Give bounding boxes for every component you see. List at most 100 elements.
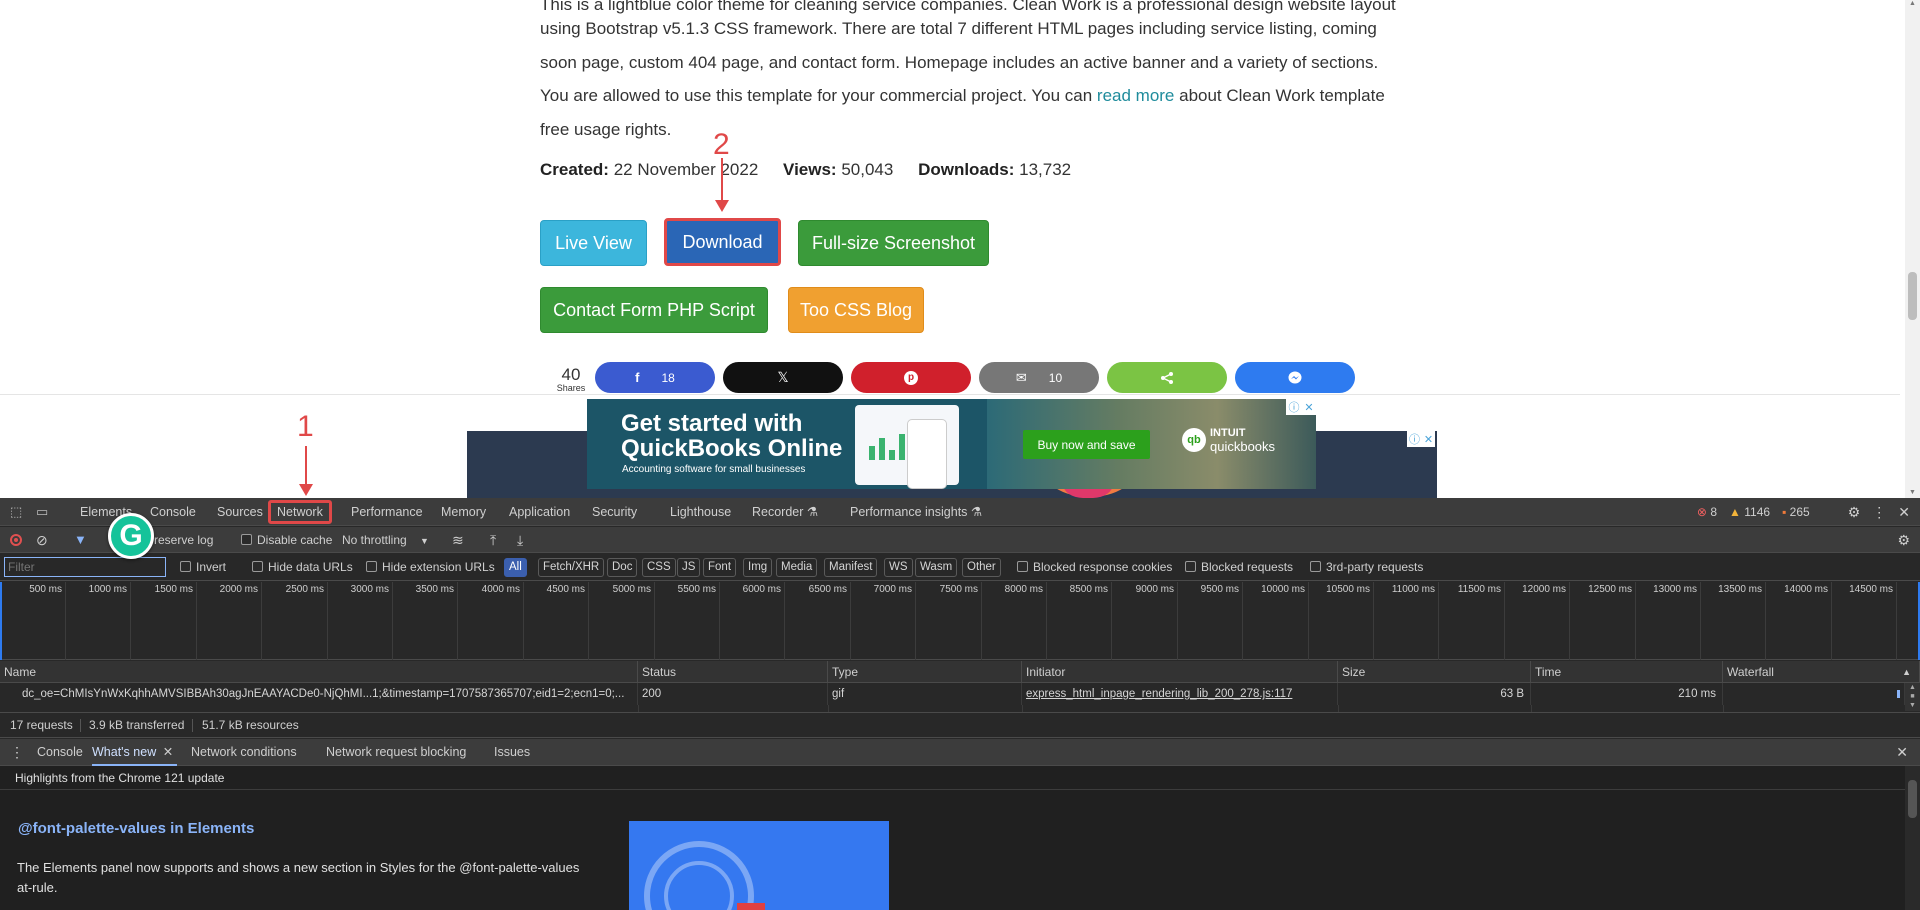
filter-chip-font[interactable]: Font	[703, 558, 737, 577]
more-options-icon[interactable]: ⋮	[1872, 504, 1886, 521]
filter-chip-fetch-xhr[interactable]: Fetch/XHR	[538, 558, 605, 577]
invert-checkbox-box[interactable]	[180, 561, 191, 572]
tab-lighthouse[interactable]: Lighthouse	[670, 498, 731, 526]
hide-data-urls-checkbox-box[interactable]	[252, 561, 263, 572]
tab-application[interactable]: Application	[509, 498, 570, 526]
blocked-cookies-checkbox[interactable]: Blocked response cookies	[1017, 554, 1172, 580]
blocked-requests-checkbox[interactable]: Blocked requests	[1185, 554, 1293, 580]
third-party-checkbox-box[interactable]	[1310, 561, 1321, 572]
clear-icon[interactable]: ⊘	[36, 527, 48, 553]
filter-chip-img[interactable]: Img	[743, 558, 773, 577]
tab-memory[interactable]: Memory	[441, 498, 486, 526]
record-icon[interactable]	[10, 534, 22, 546]
filter-chip-ws[interactable]: WS	[884, 558, 913, 577]
warning-count[interactable]: ▲ 1146	[1729, 505, 1770, 519]
filter-funnel-icon[interactable]: ▼	[74, 527, 87, 553]
tab-performance-insights[interactable]: Performance insights ⚗	[850, 498, 982, 526]
inspect-element-icon[interactable]: ⬚	[10, 498, 22, 526]
scroll-down-icon[interactable]: ▼	[1909, 489, 1916, 496]
download-button[interactable]: Download	[664, 218, 781, 266]
drawer-tab-console[interactable]: Console	[37, 739, 83, 766]
column-header-size[interactable]: Size	[1338, 661, 1531, 683]
tab-recorder[interactable]: Recorder ⚗	[752, 498, 818, 526]
settings-gear-icon[interactable]: ⚙	[1848, 504, 1861, 521]
tab-security[interactable]: Security	[592, 498, 637, 526]
page-scrollbar[interactable]: ▲ ▼	[1905, 0, 1920, 498]
column-header-waterfall[interactable]: Waterfall ▲	[1723, 661, 1920, 683]
filter-chip-wasm[interactable]: Wasm	[915, 558, 958, 577]
network-conditions-icon[interactable]: ≋	[452, 527, 464, 553]
ad-close-icon[interactable]: ⓘ ✕	[1407, 431, 1435, 447]
share-count-number: 40	[561, 365, 581, 384]
drawer-tab-issues[interactable]: Issues	[494, 739, 530, 766]
network-settings-gear-icon[interactable]: ⚙	[1897, 527, 1910, 553]
network-overview-timeline[interactable]: 500 ms 1000 ms 1500 ms 2000 ms 2500 ms 3000 m…	[0, 582, 1920, 660]
import-har-icon[interactable]: ⤒	[490, 527, 496, 553]
blocked-requests-checkbox-box[interactable]	[1185, 561, 1196, 572]
disable-cache-checkbox[interactable]: Disable cache	[241, 527, 332, 553]
contact-form-button[interactable]: Contact Form PHP Script	[540, 287, 768, 333]
request-initiator-link[interactable]: express_html_inpage_rendering_lib_200_27…	[1022, 683, 1338, 705]
close-devtools-icon[interactable]: ✕	[1898, 504, 1910, 521]
quickbooks-ad[interactable]: Get started with QuickBooks Online Accou…	[587, 399, 1316, 489]
blog-button[interactable]: Too CSS Blog	[788, 287, 924, 333]
drawer-tab-network-request-blocking[interactable]: Network request blocking	[326, 739, 466, 766]
close-drawer-icon[interactable]: ✕	[1896, 739, 1908, 766]
ad-cta-button[interactable]: Buy now and save	[1023, 430, 1150, 459]
third-party-checkbox[interactable]: 3rd-party requests	[1310, 554, 1423, 580]
hide-data-urls-checkbox[interactable]: Hide data URLs	[252, 554, 353, 580]
tab-performance[interactable]: Performance	[351, 498, 423, 526]
close-tab-icon[interactable]: ✕	[163, 745, 173, 759]
filter-chip-all[interactable]: All	[504, 558, 527, 577]
scroll-up-icon[interactable]: ▲	[1909, 0, 1916, 7]
timeline-gridline	[523, 582, 524, 660]
timeline-start-marker[interactable]	[0, 582, 2, 660]
error-count[interactable]: ⊗ 8	[1697, 505, 1717, 519]
disable-cache-checkbox-box[interactable]	[241, 534, 252, 545]
column-header-status[interactable]: Status	[638, 661, 828, 683]
live-view-button[interactable]: Live View	[540, 220, 647, 266]
filter-chip-js[interactable]: JS	[677, 558, 701, 577]
filter-chip-doc[interactable]: Doc	[607, 558, 638, 577]
share-generic-button[interactable]	[1107, 362, 1227, 393]
whats-new-title[interactable]: @font-palette-values in Elements	[18, 820, 254, 837]
scrollbar-thumb[interactable]	[1908, 272, 1917, 320]
column-header-name[interactable]: Name	[0, 661, 638, 683]
filter-input[interactable]	[4, 557, 166, 577]
share-pinterest-button[interactable]: p	[851, 362, 971, 393]
share-email-button[interactable]: ✉ 10	[979, 362, 1099, 393]
grammarly-icon[interactable]: G	[108, 513, 154, 559]
read-more-link[interactable]: read more	[1097, 86, 1174, 105]
share-facebook-button[interactable]: f 18	[595, 362, 715, 393]
scrollbar-thumb[interactable]	[1908, 780, 1917, 818]
tab-network[interactable]: Network	[268, 500, 332, 524]
ad-close-icon[interactable]: ⓘ ✕	[1286, 399, 1316, 415]
issues-count[interactable]: ▪ 265	[1782, 505, 1810, 519]
filter-chip-manifest[interactable]: Manifest	[824, 558, 878, 577]
tab-console[interactable]: Console	[150, 498, 196, 526]
drawer-menu-icon[interactable]: ⋮	[10, 739, 24, 766]
drawer-tab-whats-new[interactable]: What's new ✕	[92, 739, 178, 766]
invert-checkbox[interactable]: Invert	[180, 554, 226, 580]
drawer-tab-network-conditions[interactable]: Network conditions	[191, 739, 297, 766]
device-toolbar-icon[interactable]: ▭	[36, 498, 48, 526]
drawer-scrollbar[interactable]	[1905, 766, 1920, 910]
timeline-tick-label: 11000 ms	[1391, 584, 1435, 595]
full-size-screenshot-button[interactable]: Full-size Screenshot	[798, 220, 989, 266]
share-messenger-button[interactable]	[1235, 362, 1355, 393]
table-scrollbar[interactable]: ▲ ■ ▼	[1905, 683, 1920, 711]
blocked-cookies-checkbox-box[interactable]	[1017, 561, 1028, 572]
column-header-type[interactable]: Type	[828, 661, 1022, 683]
tab-sources[interactable]: Sources	[217, 498, 263, 526]
throttling-select[interactable]: No throttling ▼	[342, 527, 429, 553]
export-har-icon[interactable]: ⤓	[517, 527, 523, 553]
column-header-initiator[interactable]: Initiator	[1022, 661, 1338, 683]
filter-chip-media[interactable]: Media	[776, 558, 818, 577]
hide-extension-urls-checkbox-box[interactable]	[366, 561, 377, 572]
filter-chip-other[interactable]: Other	[962, 558, 1001, 577]
share-x-button[interactable]: 𝕏	[723, 362, 843, 393]
column-header-time[interactable]: Time	[1531, 661, 1723, 683]
filter-chip-css[interactable]: CSS	[642, 558, 676, 577]
hide-extension-urls-checkbox[interactable]: Hide extension URLs	[366, 554, 495, 580]
request-name[interactable]: dc_oe=ChMIsYnWxKqhhAMVSIBBAh30agJnEAAYAC…	[0, 683, 638, 705]
